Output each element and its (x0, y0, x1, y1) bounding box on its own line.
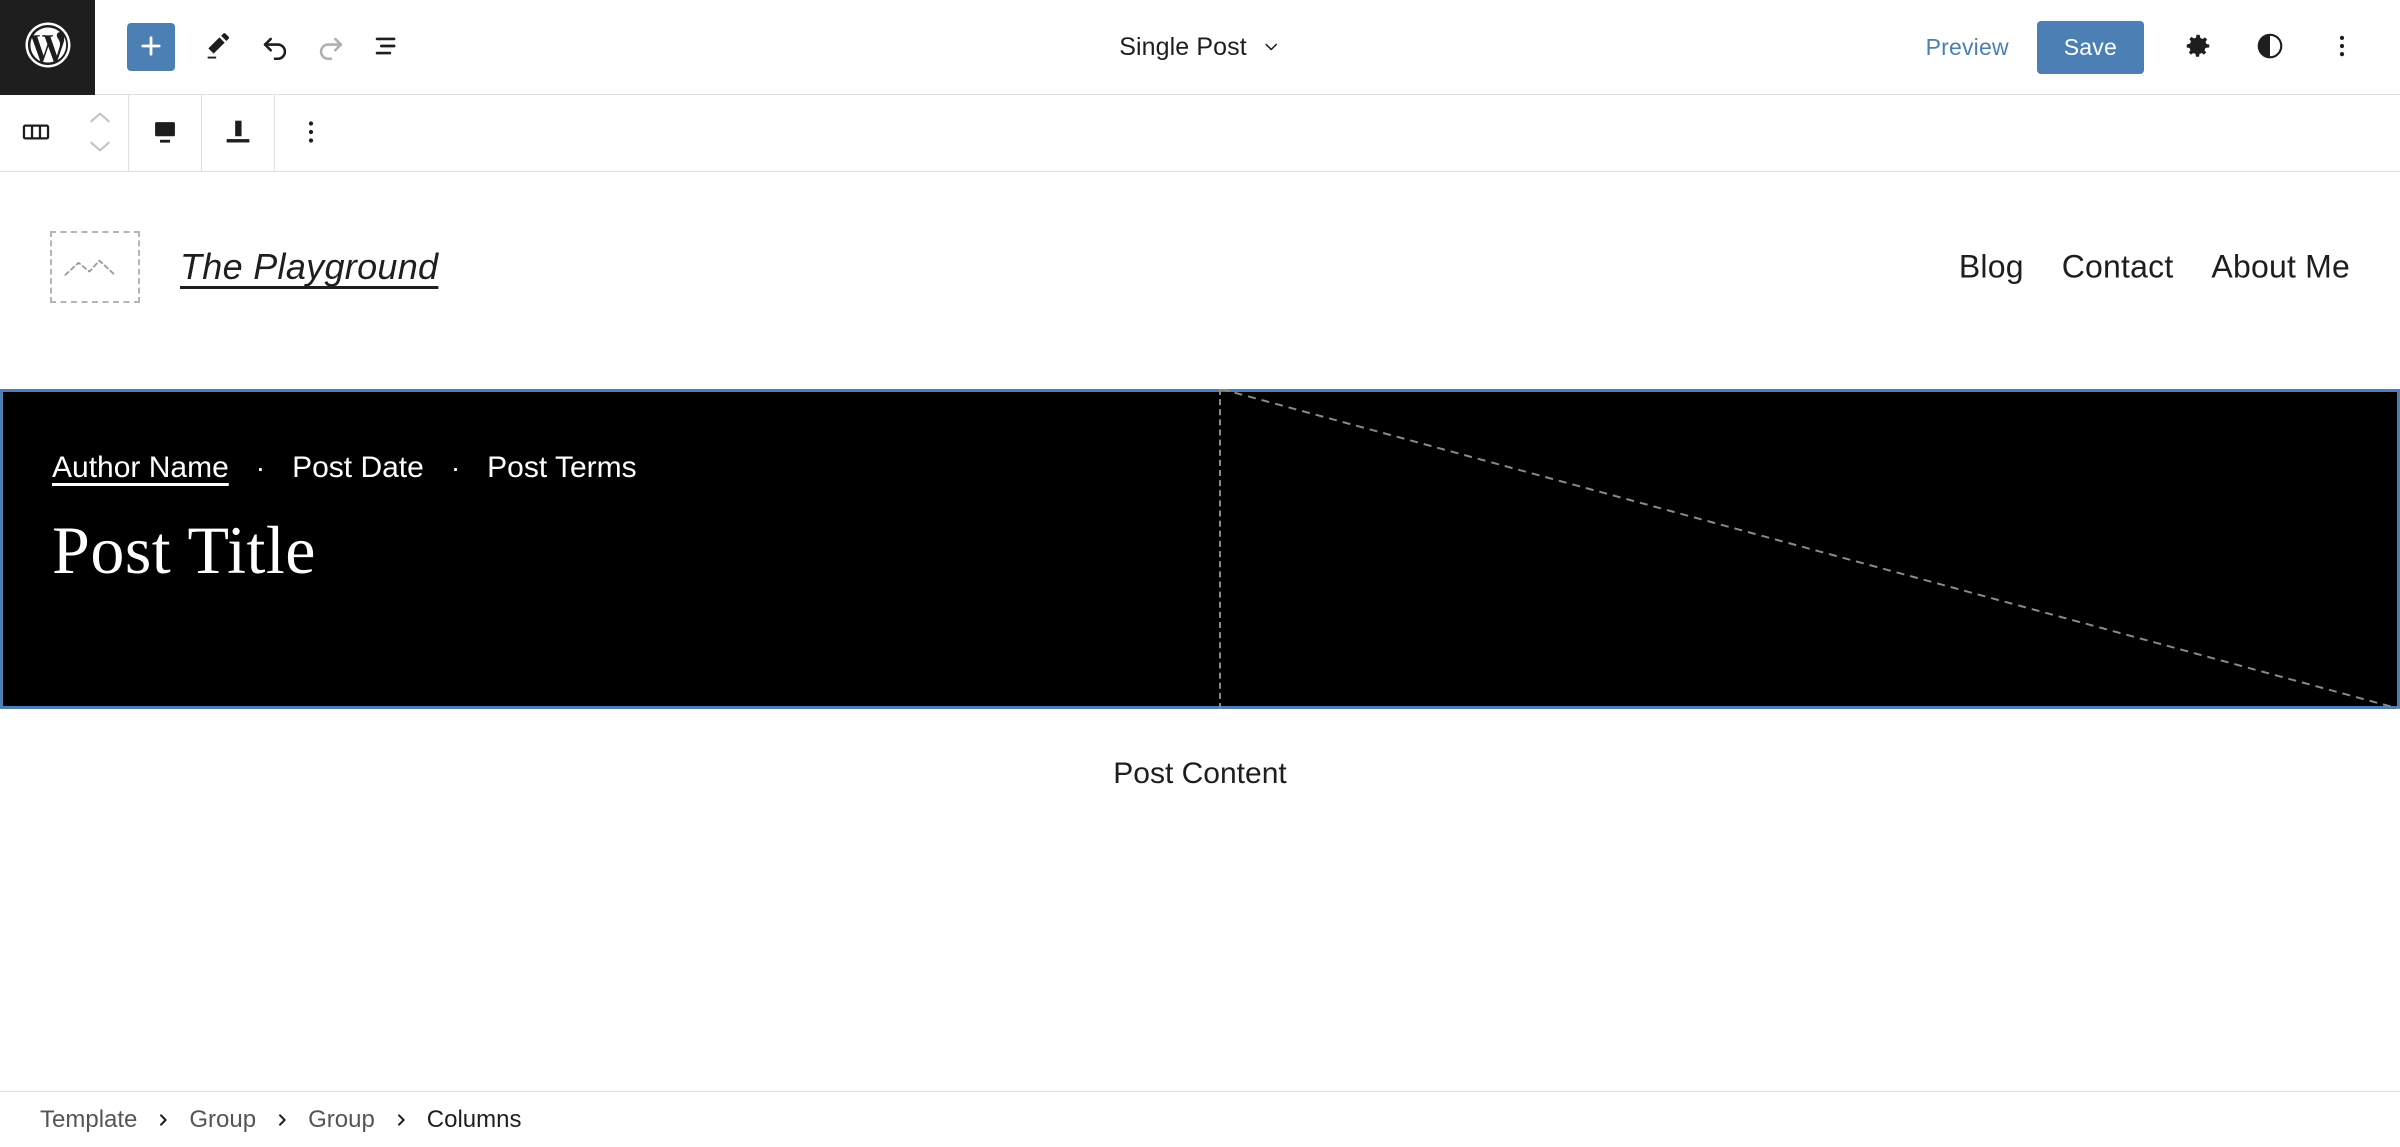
redo-arrow-icon (314, 29, 348, 66)
wordpress-logo-button[interactable] (0, 0, 95, 95)
breadcrumb: Template Group Group Columns (0, 1091, 2400, 1147)
wordpress-logo-icon (21, 18, 75, 77)
align-group (129, 94, 202, 172)
styles-button[interactable] (2242, 20, 2298, 76)
post-content-label: Post Content (1113, 757, 1287, 790)
chevron-up-icon (87, 110, 113, 129)
editor-canvas: The Playground Blog Contact About Me Aut… (0, 172, 2400, 1147)
nav-item-blog[interactable]: Blog (1959, 249, 2024, 286)
align-bottom-icon (148, 115, 182, 152)
block-options-button[interactable] (275, 95, 347, 172)
chevron-right-icon (375, 1112, 427, 1128)
more-vertical-icon (294, 115, 328, 152)
redo-button[interactable] (303, 19, 359, 75)
block-type-columns-button[interactable] (0, 95, 72, 172)
nav-item-about-me[interactable]: About Me (2211, 249, 2350, 286)
site-navigation: Blog Contact About Me (1959, 249, 2350, 286)
image-placeholder-icon (62, 244, 128, 291)
change-alignment-button[interactable] (129, 95, 201, 172)
editor-top-bar: Single Post Preview Save (0, 0, 2400, 95)
post-columns-block[interactable]: Author Name · Post Date · Post Terms Pos… (0, 389, 2400, 709)
undo-arrow-icon (258, 29, 292, 66)
block-movers (72, 95, 128, 172)
column-left[interactable]: Author Name · Post Date · Post Terms Pos… (0, 389, 1219, 709)
move-up-button[interactable] (87, 106, 113, 132)
document-title: Single Post (1119, 32, 1247, 61)
move-down-button[interactable] (87, 134, 113, 160)
save-button[interactable]: Save (2036, 21, 2144, 74)
chevron-down-icon (87, 138, 113, 157)
vertical-align-group (202, 94, 275, 172)
add-block-button[interactable] (127, 23, 175, 71)
post-content-block[interactable]: Post Content (0, 757, 2400, 791)
post-terms[interactable]: Post Terms (487, 451, 637, 485)
chevron-right-icon (256, 1112, 308, 1128)
gear-icon (2183, 31, 2213, 64)
more-vertical-icon (2327, 31, 2357, 64)
settings-button[interactable] (2170, 20, 2226, 76)
column-right-empty[interactable] (1219, 389, 2400, 709)
block-toolbar (0, 94, 2400, 172)
block-type-group (0, 94, 129, 172)
more-options-button[interactable] (2314, 20, 2370, 76)
undo-button[interactable] (247, 19, 303, 75)
breadcrumb-item-columns[interactable]: Columns (427, 1106, 522, 1134)
block-options-group (275, 95, 347, 172)
pencil-icon (202, 29, 236, 66)
preview-button[interactable]: Preview (1904, 22, 2031, 73)
post-date[interactable]: Post Date (292, 451, 424, 485)
post-meta-row: Author Name · Post Date · Post Terms (52, 451, 1219, 485)
list-view-icon (370, 29, 404, 66)
document-title-bar[interactable]: Single Post (1119, 0, 1281, 95)
site-header: The Playground Blog Contact About Me (0, 172, 2400, 362)
breadcrumb-item-group-1[interactable]: Group (189, 1106, 256, 1134)
nav-item-contact[interactable]: Contact (2062, 249, 2174, 286)
contrast-circle-icon (2255, 31, 2285, 64)
breadcrumb-item-group-2[interactable]: Group (308, 1106, 375, 1134)
chevron-down-icon (1261, 37, 1281, 57)
list-view-button[interactable] (359, 19, 415, 75)
meta-separator: · (450, 452, 461, 483)
vertical-align-button[interactable] (202, 95, 274, 172)
site-title[interactable]: The Playground (180, 246, 438, 288)
columns-icon (19, 115, 53, 152)
post-title[interactable]: Post Title (52, 511, 1219, 590)
chevron-right-icon (137, 1112, 189, 1128)
site-logo-placeholder[interactable] (50, 231, 140, 303)
edit-tool-button[interactable] (191, 19, 247, 75)
top-bar-actions: Preview Save (1904, 0, 2378, 95)
plus-icon (137, 32, 165, 63)
breadcrumb-item-template[interactable]: Template (40, 1106, 137, 1134)
meta-separator: · (255, 452, 266, 483)
post-author[interactable]: Author Name (52, 451, 229, 485)
vertical-align-bottom-icon (221, 115, 255, 152)
columns-container: Author Name · Post Date · Post Terms Pos… (0, 389, 2400, 709)
top-bar-tools (95, 19, 415, 75)
